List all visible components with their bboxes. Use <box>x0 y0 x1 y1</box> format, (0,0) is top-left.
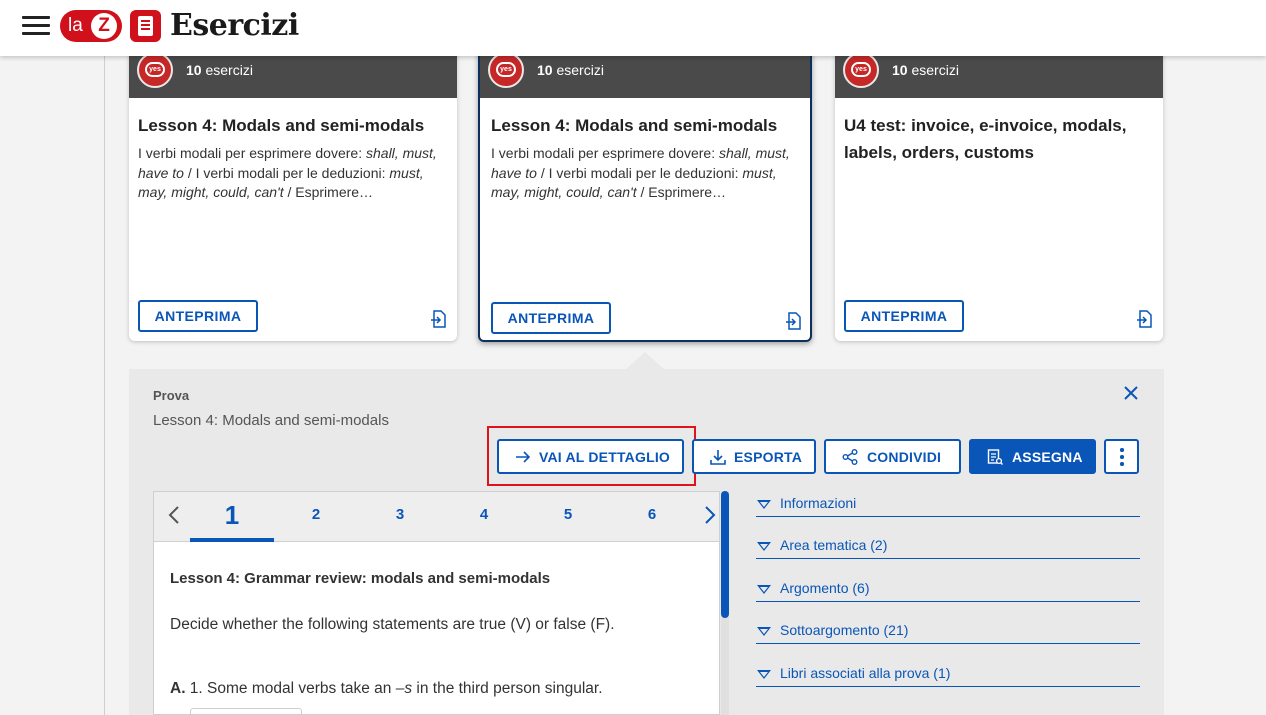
accordion-subtopic[interactable]: Sottoargomento (21) <box>756 620 1140 644</box>
download-icon <box>710 450 726 465</box>
exercise-count: 10 esercizi <box>537 62 604 78</box>
accordion-label: Informazioni <box>780 495 857 511</box>
accordion-thematic-area[interactable]: Area tematica (2) <box>756 535 1140 559</box>
go-to-detail-button[interactable]: VAI AL DETTAGLIO <box>497 439 684 474</box>
panel-type-label: Prova <box>153 388 190 403</box>
question-instruction: Decide whether the following statements … <box>170 616 615 633</box>
viewer-scrollbar[interactable] <box>721 491 729 715</box>
yes-badge-icon: yes <box>843 52 879 88</box>
preview-button[interactable]: ANTEPRIMA <box>844 300 964 332</box>
tab-question-4[interactable]: 4 <box>442 492 526 542</box>
share-button[interactable]: CONDIVIDI <box>824 439 961 474</box>
selection-pointer <box>625 352 665 370</box>
left-gutter-line <box>104 56 105 715</box>
yes-badge-icon: yes <box>488 52 524 88</box>
logo-la-text: la <box>68 15 83 36</box>
assign-button[interactable]: ASSEGNA <box>969 439 1096 474</box>
tab-question-2[interactable]: 2 <box>274 492 358 542</box>
card-title: Lesson 4: Modals and semi-modals <box>491 116 778 135</box>
preview-button[interactable]: ANTEPRIMA <box>138 300 258 332</box>
tab-question-6[interactable]: 6 <box>610 492 694 542</box>
export-file-icon[interactable] <box>1137 310 1153 328</box>
assign-icon <box>987 449 1003 465</box>
card-title: Lesson 4: Modals and semi-modals <box>138 116 425 135</box>
tab-question-1[interactable]: 1 <box>190 492 274 542</box>
card-description: I verbi modali per esprimere dovere: sha… <box>138 145 437 200</box>
card-description: I verbi modali per esprimere dovere: sha… <box>491 145 790 200</box>
accordion-topic[interactable]: Argomento (6) <box>756 578 1140 602</box>
export-label: ESPORTA <box>734 449 803 465</box>
question-viewer: 1 2 3 4 5 6 Lesson 4: Grammar review: mo… <box>153 491 720 715</box>
yes-badge-icon: yes <box>137 52 173 88</box>
answer-input[interactable] <box>190 708 302 714</box>
go-to-detail-label: VAI AL DETTAGLIO <box>539 449 671 465</box>
logo-z-letter: Z <box>91 13 117 39</box>
export-file-icon[interactable] <box>786 312 802 330</box>
tab-question-3[interactable]: 3 <box>358 492 442 542</box>
laz-logo[interactable]: la Z <box>60 10 122 42</box>
triangle-down-icon <box>757 627 771 636</box>
chevron-left-icon[interactable] <box>167 505 181 525</box>
accordion-info[interactable]: Informazioni <box>756 493 1140 517</box>
more-options-icon[interactable] <box>1104 439 1139 474</box>
assign-label: ASSEGNA <box>1012 449 1083 465</box>
preview-button[interactable]: ANTEPRIMA <box>491 302 611 334</box>
share-label: CONDIVIDI <box>867 449 942 465</box>
triangle-down-icon <box>757 585 771 594</box>
test-detail-panel: Prova Lesson 4: Modals and semi-modals V… <box>129 369 1164 715</box>
triangle-down-icon <box>757 500 771 509</box>
exercise-card-3[interactable]: yes 10 esercizi U4 test: invoice, e-invo… <box>835 48 1163 341</box>
export-button[interactable]: ESPORTA <box>692 439 816 474</box>
panel-test-name: Lesson 4: Modals and semi-modals <box>153 412 389 429</box>
accordion-label: Area tematica (2) <box>780 537 888 553</box>
question-item: A. 1. Some modal verbs take an –s in the… <box>170 680 603 697</box>
accordion-associated-books[interactable]: Libri associati alla prova (1) <box>756 663 1140 687</box>
triangle-down-icon <box>757 670 771 679</box>
question-title: Lesson 4: Grammar review: modals and sem… <box>170 570 551 587</box>
exercise-count: 10 esercizi <box>186 62 253 78</box>
exercise-card-1[interactable]: yes 10 esercizi Lesson 4: Modals and sem… <box>129 48 457 341</box>
accordion-label: Libri associati alla prova (1) <box>780 665 951 681</box>
close-icon[interactable] <box>1123 385 1139 401</box>
accordion-label: Argomento (6) <box>780 580 870 596</box>
exercise-card-2[interactable]: yes 10 esercizi Lesson 4: Modals and sem… <box>478 46 812 342</box>
tab-question-5[interactable]: 5 <box>526 492 610 542</box>
menu-icon[interactable] <box>22 16 50 38</box>
app-title: Esercizi <box>170 8 299 43</box>
export-file-icon[interactable] <box>431 310 447 328</box>
arrow-right-icon <box>516 451 531 463</box>
accordion-label: Sottoargomento (21) <box>780 622 909 638</box>
exercises-app-icon <box>130 10 161 42</box>
exercise-count: 10 esercizi <box>892 62 959 78</box>
question-tabs: 1 2 3 4 5 6 <box>154 492 719 542</box>
share-icon <box>842 449 858 465</box>
chevron-right-icon[interactable] <box>703 505 717 525</box>
card-title: U4 test: invoice, e-invoice, modals, lab… <box>844 116 1127 162</box>
triangle-down-icon <box>757 542 771 551</box>
top-bar: la Z Esercizi <box>0 0 1266 56</box>
